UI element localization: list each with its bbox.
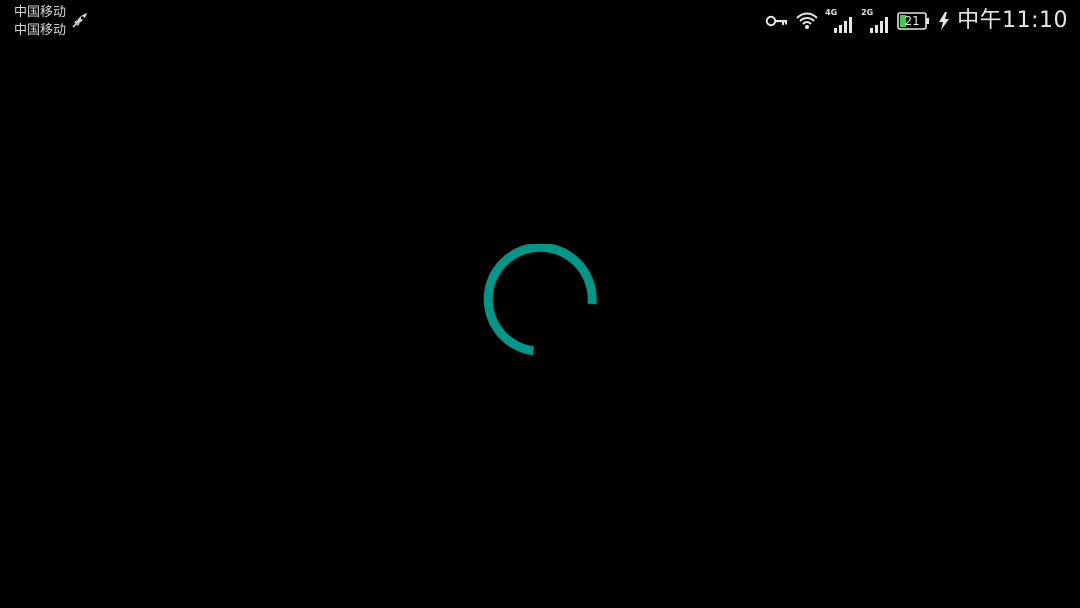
- signal-icon: 2G: [861, 9, 891, 33]
- signal-icon: 4G: [825, 9, 855, 33]
- rocket-icon: [70, 10, 90, 30]
- battery-level: 21: [904, 14, 920, 28]
- status-bar: 中国移动 中国移动 4G 2G 21 中午11:10: [0, 0, 1080, 44]
- carrier-list: 中国移动 中国移动: [14, 4, 66, 40]
- key-icon: [765, 13, 789, 29]
- carrier-name-1: 中国移动: [14, 5, 67, 20]
- status-icons: 4G 2G 21 中午11:10: [765, 6, 1068, 36]
- loading-spinner: [483, 244, 597, 356]
- charging-icon: [937, 11, 951, 31]
- carrier-name-2: 中国移动: [14, 23, 67, 38]
- battery-icon: 21: [897, 12, 931, 30]
- clock-time: 中午11:10: [957, 8, 1068, 33]
- wifi-icon: [795, 11, 819, 31]
